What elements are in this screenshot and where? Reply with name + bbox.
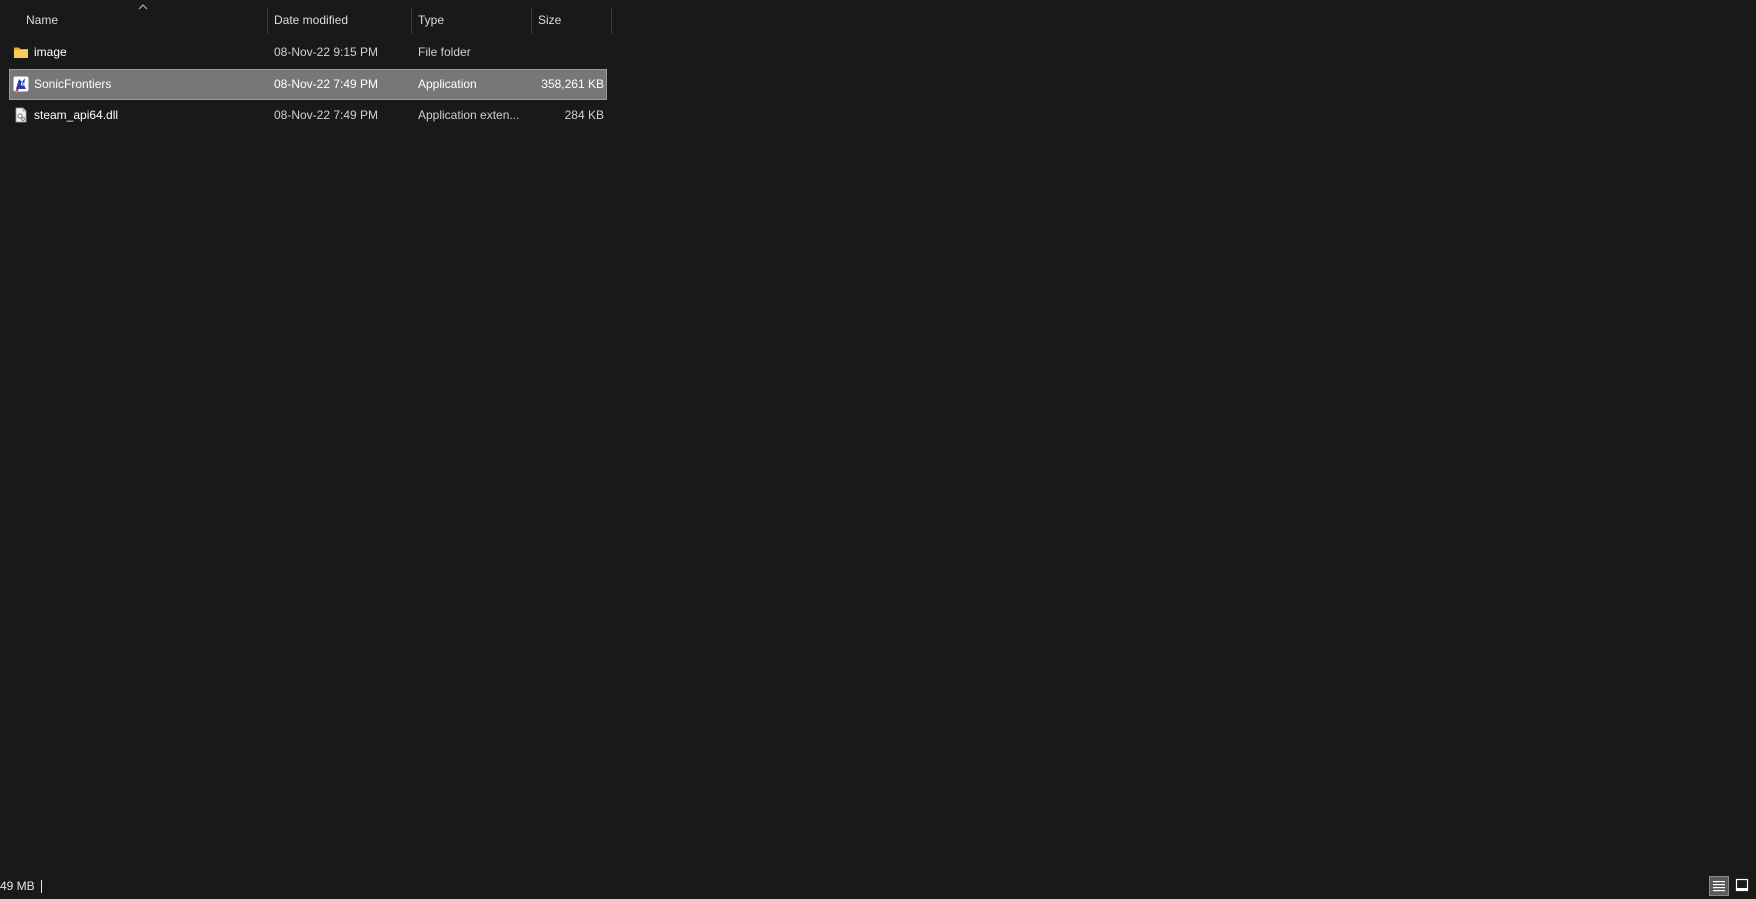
file-type: Application [418,77,477,91]
file-explorer-window: Name Date modified Type Size image 08-No… [0,0,1756,899]
file-row-image-folder[interactable]: image 08-Nov-22 9:15 PM File folder [10,38,606,67]
file-type: File folder [418,45,471,59]
folder-icon [14,47,28,58]
column-header-type[interactable]: Type [418,0,444,40]
file-name: steam_api64.dll [34,108,119,122]
file-type: Application exten... [418,108,520,122]
file-size [530,38,604,67]
column-header-size[interactable]: Size [538,0,561,40]
file-date-modified: 08-Nov-22 9:15 PM [274,45,379,59]
column-divider[interactable] [411,8,412,34]
column-divider[interactable] [267,8,268,34]
sonic-app-icon [13,76,29,92]
details-view-button[interactable] [1709,876,1729,896]
file-name: image [34,45,67,59]
status-selection-size: 49 MB [0,879,35,893]
file-size: 358,261 KB [541,77,604,91]
status-divider [41,880,42,893]
dll-file-icon [15,107,27,123]
large-icons-view-icon [1735,878,1749,892]
column-divider[interactable] [531,8,532,34]
file-row-steam-api64-dll[interactable]: steam_api64.dll 08-Nov-22 7:49 PM Applic… [10,101,606,130]
column-header-row: Name Date modified Type Size [0,0,612,40]
column-header-name[interactable]: Name [26,0,58,40]
details-view-icon [1713,881,1725,892]
file-size: 284 KB [564,108,604,122]
status-bar: 49 MB [0,873,1756,899]
file-name: SonicFrontiers [34,77,112,91]
column-header-date-modified[interactable]: Date modified [274,0,348,40]
sort-ascending-icon [138,4,148,10]
large-icons-view-button[interactable] [1733,876,1753,896]
file-row-sonicfrontiers[interactable]: SonicFrontiers 08-Nov-22 7:49 PM Applica… [9,69,607,100]
file-date-modified: 08-Nov-22 7:49 PM [274,108,379,122]
file-date-modified: 08-Nov-22 7:49 PM [274,77,379,91]
column-divider[interactable] [611,8,612,34]
